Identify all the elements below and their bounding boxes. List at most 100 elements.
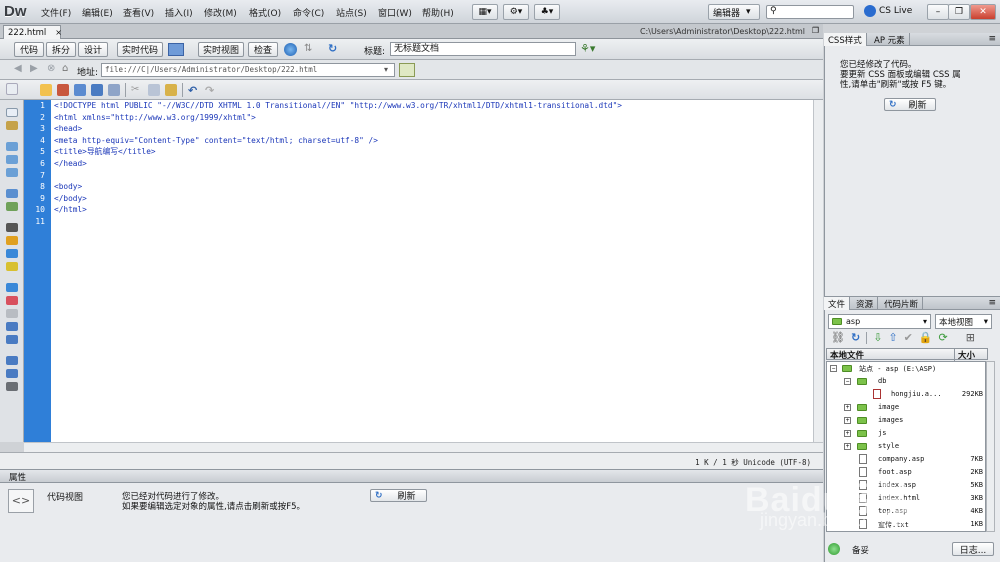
copy-icon[interactable] xyxy=(148,84,160,96)
menu-insert[interactable]: 插入(I) xyxy=(165,6,193,19)
edit-icon[interactable] xyxy=(74,84,86,96)
forward-icon[interactable]: ▶ xyxy=(30,63,38,74)
live-code-button[interactable]: 实时代码 xyxy=(117,42,163,57)
file-tree-item-hongjiu[interactable]: hongjiu.a... 292KB xyxy=(827,388,985,401)
word-wrap-icon[interactable] xyxy=(5,262,18,271)
code-line[interactable]: <!DOCTYPE html PUBLIC "-//W3C//DTD XHTML… xyxy=(51,100,813,112)
expand-icon[interactable]: + xyxy=(844,443,851,450)
stop-icon[interactable]: ⊗ xyxy=(47,63,55,74)
document-tab[interactable]: 222.html × xyxy=(3,25,62,39)
browser-compat-icon[interactable] xyxy=(168,43,184,56)
column-local-files[interactable]: 本地文件 xyxy=(830,349,864,361)
collapse-selection-icon[interactable] xyxy=(5,155,18,164)
paste-icon[interactable] xyxy=(165,84,177,96)
home-icon[interactable]: ⌂ xyxy=(62,63,68,74)
code-line[interactable]: </head> xyxy=(51,158,813,170)
cut-icon[interactable]: ✂ xyxy=(131,84,143,96)
synchronize-icon[interactable]: ⟳ xyxy=(939,331,948,344)
properties-refresh-button[interactable]: ↻ 刷新 xyxy=(370,489,427,502)
extend-button[interactable]: ⚙▾ xyxy=(503,4,529,20)
menu-window[interactable]: 窗口(W) xyxy=(378,6,412,19)
file-tree-icon[interactable]: ⚘▾ xyxy=(580,42,595,55)
open-documents-icon[interactable] xyxy=(5,108,18,117)
outdent-icon[interactable] xyxy=(5,369,18,378)
view-select[interactable]: 本地视图 ▾ xyxy=(935,314,992,329)
check-out-icon[interactable]: ✔ xyxy=(904,331,913,344)
code-line[interactable]: </body> xyxy=(51,193,813,205)
back-icon[interactable]: ◀ xyxy=(14,63,22,74)
print-icon[interactable] xyxy=(108,84,120,96)
put-icon[interactable] xyxy=(57,84,69,96)
check-in-icon[interactable]: 🔒 xyxy=(919,331,933,344)
column-size[interactable]: 大小 xyxy=(953,349,975,361)
tab-files[interactable]: 文件 xyxy=(824,297,851,310)
remove-comment-icon[interactable] xyxy=(5,296,18,305)
recent-snippets-icon[interactable] xyxy=(5,322,18,331)
tab-ap-elements[interactable]: AP 元素 xyxy=(870,33,910,46)
indent-icon[interactable] xyxy=(5,356,18,365)
code-line[interactable]: <meta http-equiv="Content-Type" content=… xyxy=(51,135,813,147)
code-line[interactable]: <title>导航编写</title> xyxy=(51,146,813,158)
cslive-button[interactable]: CS Live xyxy=(864,5,912,17)
site-select[interactable]: asp ▾ xyxy=(828,314,931,329)
redo-icon[interactable]: ↷ xyxy=(205,84,217,97)
get-files-icon[interactable]: ⇩ xyxy=(873,331,882,344)
menu-modify[interactable]: 修改(M) xyxy=(204,6,237,19)
code-line[interactable]: </html> xyxy=(51,204,813,216)
code-editor[interactable]: <!DOCTYPE html PUBLIC "-//W3C//DTD XHTML… xyxy=(51,100,813,442)
restore-icon[interactable]: ❐ xyxy=(812,26,819,35)
open-folder-icon[interactable] xyxy=(40,84,52,96)
file-tree-item-image[interactable]: + image xyxy=(827,401,985,414)
apply-comment-icon[interactable] xyxy=(5,283,18,292)
expand-icon[interactable]: + xyxy=(844,430,851,437)
refresh-icon[interactable]: ↻ xyxy=(328,42,337,55)
line-numbers-icon[interactable] xyxy=(5,223,18,232)
panel-menu-icon[interactable]: ≡ xyxy=(988,34,996,44)
search-input[interactable]: ⚲ xyxy=(766,5,854,19)
code-view-button[interactable]: 代码 xyxy=(14,42,44,57)
workspace-switcher[interactable]: 编辑器 ▾ xyxy=(708,4,760,20)
title-field[interactable]: 无标题文档 xyxy=(390,42,576,56)
log-button[interactable]: 日志... xyxy=(952,542,994,556)
move-css-icon[interactable] xyxy=(5,335,18,344)
split-view-button[interactable]: 拆分 xyxy=(46,42,76,57)
close-button[interactable]: ✕ xyxy=(970,4,996,20)
file-tree-scrollbar[interactable] xyxy=(986,361,995,532)
menu-edit[interactable]: 编辑(E) xyxy=(82,6,113,19)
select-parent-tag-icon[interactable] xyxy=(5,189,18,198)
maximize-button[interactable]: ❐ xyxy=(948,4,970,20)
file-tree-item-company[interactable]: company.asp 7KB xyxy=(827,453,985,466)
collapse-tag-icon[interactable] xyxy=(5,142,18,151)
file-tree-item-style[interactable]: + style xyxy=(827,440,985,453)
show-code-navigator-icon[interactable] xyxy=(5,121,18,130)
horizontal-scrollbar[interactable] xyxy=(24,442,823,452)
menu-commands[interactable]: 命令(C) xyxy=(293,6,324,19)
syntax-error-icon[interactable] xyxy=(5,249,18,258)
inspect-button[interactable]: 检查 xyxy=(248,42,278,57)
tab-snippets[interactable]: 代码片断 xyxy=(880,297,924,310)
preview-globe-icon[interactable] xyxy=(284,43,297,56)
format-source-icon[interactable] xyxy=(5,382,18,391)
code-line[interactable]: <body> xyxy=(51,181,813,193)
view-options-icon[interactable] xyxy=(399,63,415,77)
menu-view[interactable]: 查看(V) xyxy=(123,6,154,19)
panel-menu-icon[interactable]: ≡ xyxy=(988,298,996,308)
file-tree-item-images[interactable]: + images xyxy=(827,414,985,427)
close-icon[interactable]: × xyxy=(55,28,62,37)
live-view-button[interactable]: 实时视图 xyxy=(198,42,244,57)
tab-assets[interactable]: 资源 xyxy=(852,297,879,310)
collapse-icon[interactable]: − xyxy=(844,378,851,385)
collapse-icon[interactable]: − xyxy=(830,365,837,372)
tab-css-styles[interactable]: CSS样式 xyxy=(824,33,867,46)
expand-icon[interactable]: + xyxy=(844,404,851,411)
file-tree-item-site[interactable]: − 站点 - asp (E:\ASP) xyxy=(827,362,985,375)
css-refresh-button[interactable]: ↻ 刷新 xyxy=(884,98,936,111)
menu-help[interactable]: 帮助(H) xyxy=(422,6,454,19)
menu-site[interactable]: 站点(S) xyxy=(336,6,367,19)
refresh-icon[interactable]: ↻ xyxy=(851,331,860,344)
code-line[interactable] xyxy=(51,170,813,182)
expand-icon[interactable]: + xyxy=(844,417,851,424)
file-tree-item-js[interactable]: + js xyxy=(827,427,985,440)
code-line[interactable]: <head> xyxy=(51,123,813,135)
highlight-invalid-icon[interactable] xyxy=(5,236,18,245)
